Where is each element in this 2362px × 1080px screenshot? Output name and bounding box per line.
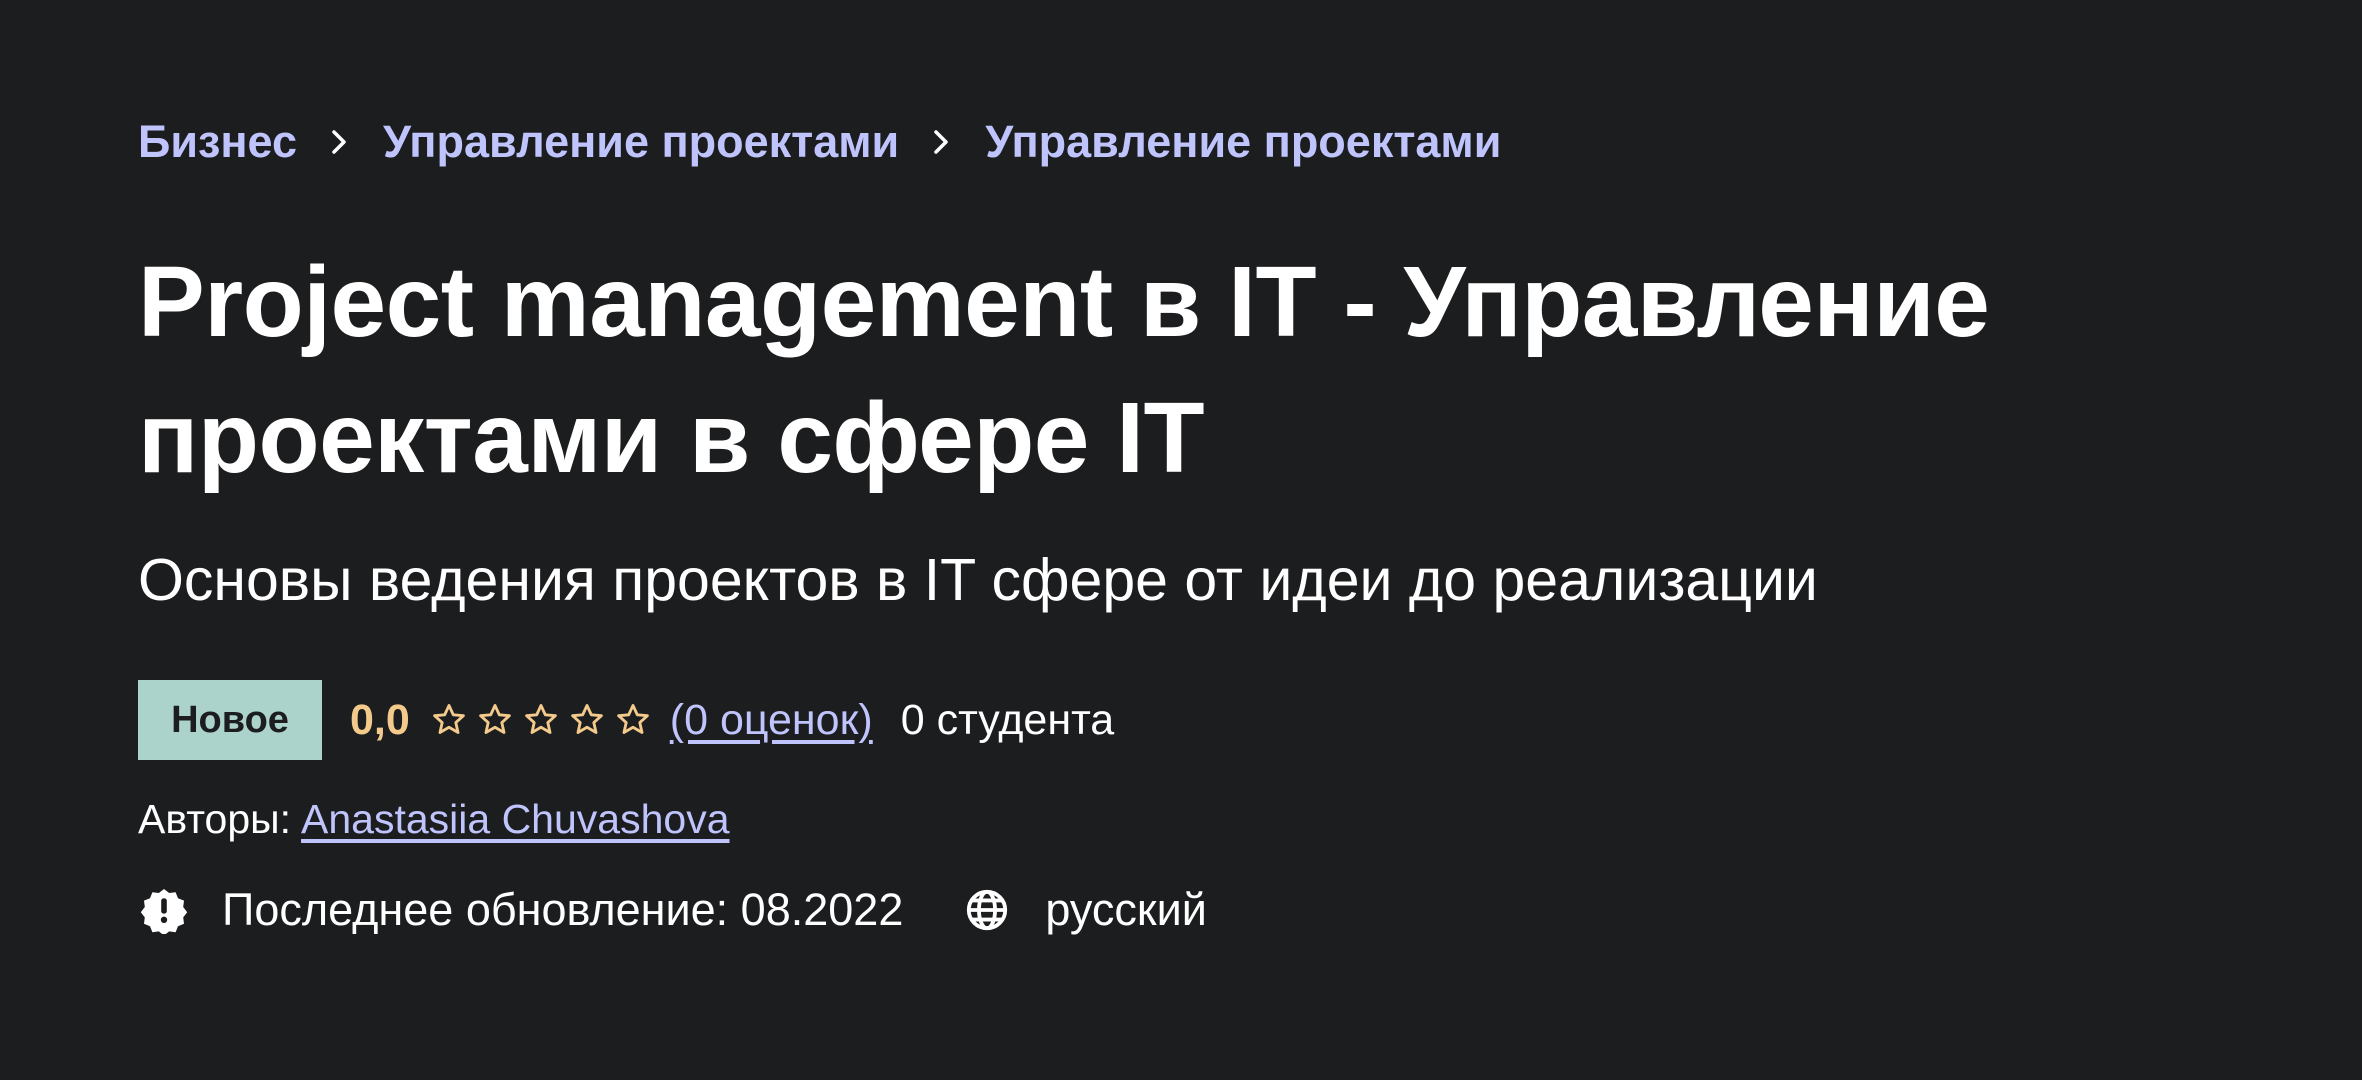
authors-label: Авторы: — [138, 796, 292, 842]
last-updated: Последнее обновление: 08.2022 — [222, 884, 904, 935]
star-outline-icon — [524, 704, 557, 734]
star-outline-icon — [478, 704, 511, 734]
course-language: русский — [1045, 884, 1207, 935]
star-rating — [430, 701, 652, 739]
rating-score: 0,0 — [350, 695, 410, 744]
reviews-count-link[interactable]: (0 оценок) — [670, 696, 873, 745]
author-link[interactable]: Anastasiia Chuvashova — [301, 796, 729, 843]
meta-row: Последнее обновление: 08.2022 русский — [138, 884, 1207, 936]
new-badge: Новое — [138, 680, 322, 760]
star-outline-icon — [616, 704, 649, 734]
chevron-right-icon — [297, 112, 383, 172]
breadcrumb: Бизнес Управление проектами Управление п… — [138, 112, 1501, 172]
star-outline-icon — [570, 704, 603, 734]
course-title: Project management в IT - Управление про… — [138, 246, 1990, 494]
breadcrumb-item-project-management-topic[interactable]: Управление проектами — [985, 116, 1501, 168]
rating-row: Новое 0,0 (0 оценок) 0 студента — [138, 680, 1114, 760]
breadcrumb-item-project-management[interactable]: Управление проектами — [383, 116, 899, 168]
globe-icon — [961, 884, 1013, 936]
course-subtitle: Основы ведения проектов в IT сфере от ид… — [138, 547, 1818, 613]
authors-row: Авторы: Anastasiia Chuvashova — [138, 796, 730, 843]
breadcrumb-item-business[interactable]: Бизнес — [138, 116, 297, 168]
chevron-right-icon — [899, 112, 985, 172]
alert-badge-icon — [138, 884, 190, 936]
students-count: 0 студента — [900, 695, 1115, 744]
star-outline-icon — [432, 704, 465, 734]
